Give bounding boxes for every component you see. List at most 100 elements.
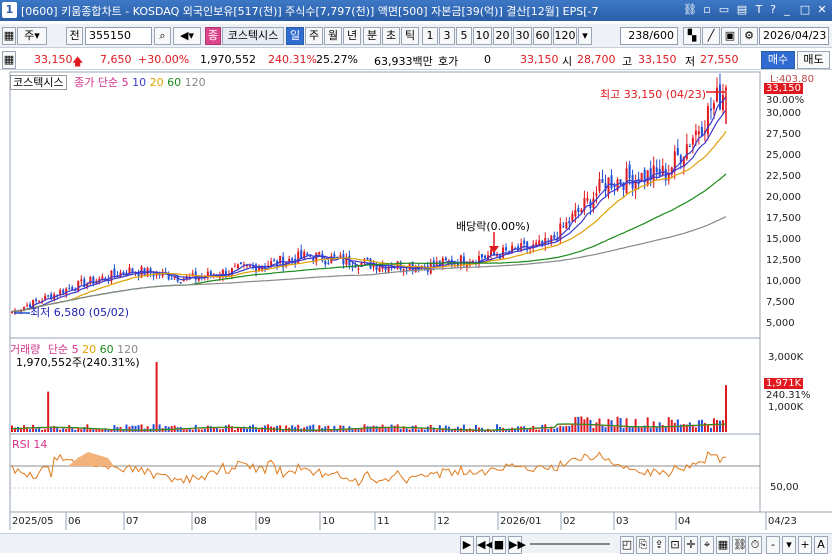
candle-body <box>35 299 38 301</box>
candle-body <box>652 165 655 181</box>
x-axis-tick: 04 <box>678 516 691 527</box>
candle-body <box>80 279 83 282</box>
crosshair-icon[interactable]: ✛ <box>684 536 698 554</box>
volume-bar <box>709 427 712 432</box>
candle-body <box>595 193 598 196</box>
candle-body <box>26 305 29 307</box>
copy-icon[interactable]: ⎘ <box>636 536 650 554</box>
candle-body <box>676 147 679 156</box>
rsi-line <box>11 450 727 487</box>
volume-bar <box>47 391 50 432</box>
candle-body <box>523 240 526 244</box>
grid-toggle-icon[interactable]: ▦ <box>716 536 730 554</box>
volume-bar <box>715 420 718 432</box>
fit-icon[interactable]: ⊡ <box>668 536 682 554</box>
volume-current-box: 1,971K <box>764 378 804 389</box>
volume-bar <box>625 418 628 432</box>
rsi-panel-frame <box>9 433 761 513</box>
ma-120: 120 <box>184 76 206 89</box>
candle-body <box>700 126 703 137</box>
volume-bar <box>206 425 209 432</box>
volume-y-tick: 1,000K <box>768 402 804 413</box>
volume-bar <box>291 425 294 432</box>
plus-icon[interactable]: + <box>798 536 812 554</box>
volume-bar <box>417 429 420 432</box>
candle-body <box>288 258 291 262</box>
ma-5: 5 <box>121 76 129 89</box>
candle-body <box>586 197 589 201</box>
volume-bar <box>158 424 161 432</box>
candle-body <box>339 255 342 258</box>
volume-bar <box>556 427 559 432</box>
volume-bar <box>200 429 203 432</box>
current-pct-label: 30.00% <box>766 95 805 106</box>
candle-body <box>712 103 715 110</box>
candle-body <box>559 223 562 241</box>
candle-body <box>628 164 631 178</box>
volume-bar <box>562 426 565 432</box>
time-icon[interactable]: ⏱ <box>748 536 762 554</box>
x-axis-tick: 06 <box>68 516 81 527</box>
volume-bar <box>324 426 327 432</box>
auto-icon[interactable]: A <box>814 536 828 554</box>
volume-bar <box>673 422 676 432</box>
volume-bar <box>411 425 414 432</box>
cursor-icon[interactable]: ⌖ <box>700 536 714 554</box>
y-tick: 10,000 <box>766 276 801 287</box>
candle-body <box>538 240 541 245</box>
candle-body <box>568 220 571 224</box>
candle-body <box>725 87 727 91</box>
candle-body <box>318 251 321 255</box>
zoom-reset-icon[interactable]: ◰ <box>620 536 634 554</box>
candle-body <box>92 276 95 285</box>
volume-bar <box>233 430 236 432</box>
volume-bar <box>595 422 598 432</box>
volume-bar <box>408 429 411 432</box>
zoom-slider[interactable] <box>530 543 610 545</box>
volume-bar <box>357 429 360 432</box>
volume-bar <box>164 425 167 432</box>
ma-10: 10 <box>132 76 147 89</box>
candle-body <box>131 268 134 273</box>
candle-body <box>688 146 691 148</box>
volume-bar <box>613 426 616 432</box>
stock-name-tag: 코스텍시스 <box>10 75 67 90</box>
volume-bar <box>306 426 309 432</box>
export-icon[interactable]: ⇪ <box>652 536 666 554</box>
candle-body <box>601 179 604 183</box>
rewind-icon[interactable]: ◀◀ <box>476 536 494 554</box>
volume-bar <box>191 429 194 432</box>
volume-bar <box>390 424 393 432</box>
bottom-scroll-bar: ▶ ◀◀ ■ ▶▶ ◰ ⎘ ⇪ ⊡ ✛ ⌖ ▦ ⛓ ⏱ - ▾ + A <box>0 533 832 554</box>
price-panel-frame <box>9 71 761 339</box>
x-axis-tick: 11 <box>377 516 390 527</box>
volume-bar <box>62 428 65 432</box>
candle-body <box>77 280 80 292</box>
volume-bar <box>188 429 191 432</box>
candle-body <box>68 287 71 289</box>
forward-icon[interactable]: ▶▶ <box>508 536 526 554</box>
volume-bar <box>327 425 330 432</box>
y-tick: 5,000 <box>766 318 795 329</box>
link-chart-icon[interactable]: ⛓ <box>732 536 747 554</box>
candle-body <box>113 268 116 276</box>
dash-icon[interactable]: - <box>766 536 780 554</box>
candle-body <box>378 267 381 272</box>
volume-bar <box>622 428 625 432</box>
candle-body <box>685 144 688 160</box>
scroll-right-icon[interactable]: ▶ <box>460 536 474 554</box>
volume-bar <box>423 429 426 432</box>
x-axis-tick: 07 <box>126 516 139 527</box>
ma-line-20 <box>11 130 727 313</box>
stop-icon[interactable]: ■ <box>492 536 506 554</box>
current-price-box: 33,150 <box>764 83 803 94</box>
candle-body <box>694 130 697 136</box>
dropdown-icon[interactable]: ▾ <box>782 536 796 554</box>
candle-body <box>715 87 718 102</box>
volume-bar <box>224 425 227 432</box>
candle-body <box>306 253 309 256</box>
volume-current: 1,970,552주(240.31%) <box>16 356 140 369</box>
volume-bar <box>393 425 396 432</box>
volume-bar <box>405 428 408 432</box>
candle-body <box>366 257 369 260</box>
